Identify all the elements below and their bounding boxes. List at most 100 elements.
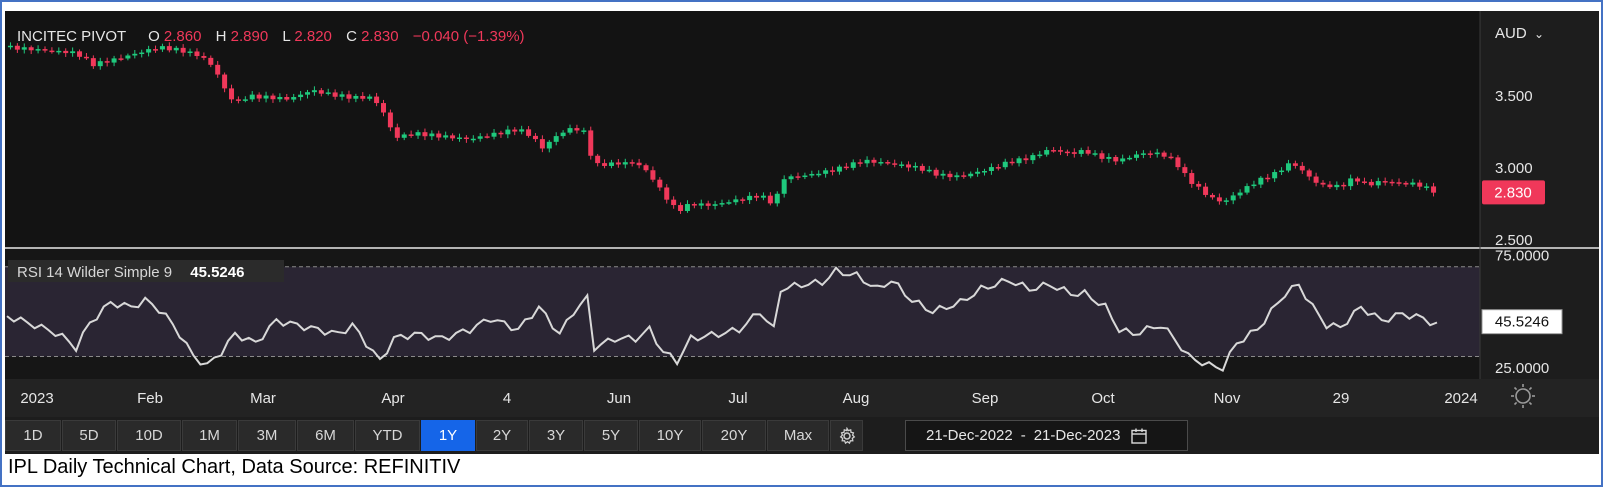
candle-body	[42, 49, 48, 51]
range-toolbar: 1D 5D 10D 1M 3M 6M YTD 1Y 2Y 3Y 5Y 10Y 20Y Max 21-Dec…	[5, 418, 1599, 454]
candle-body	[1023, 158, 1029, 161]
candle-body	[1230, 195, 1236, 201]
range-button-3m[interactable]: 3M	[238, 420, 296, 451]
range-button-10y[interactable]: 10Y	[639, 420, 701, 451]
candle-body	[1410, 182, 1416, 185]
candle-body	[560, 132, 566, 137]
legend-close: 2.830	[361, 28, 399, 45]
date-from[interactable]: 21-Dec-2022	[926, 427, 1013, 444]
x-tick-label: Apr	[381, 390, 404, 407]
candle-body	[836, 166, 842, 172]
candle-body	[546, 141, 552, 149]
x-tick-label: 4	[503, 390, 511, 407]
candle-body	[1334, 184, 1340, 188]
candle-body	[201, 56, 207, 58]
calendar-icon[interactable]	[1130, 427, 1148, 445]
range-button-20y[interactable]: 20Y	[702, 420, 766, 451]
candle-body	[995, 167, 1001, 169]
candle-body	[63, 50, 69, 54]
candle-body	[567, 128, 573, 133]
candle-body	[401, 134, 407, 138]
candle-body	[291, 97, 297, 100]
range-button-6m[interactable]: 6M	[297, 420, 354, 451]
chevron-down-icon[interactable]: ⌄	[1534, 27, 1544, 41]
candle-body	[857, 162, 863, 164]
date-to[interactable]: 21-Dec-2023	[1034, 427, 1121, 444]
candle-body	[35, 49, 41, 51]
legend-low-label: L	[282, 28, 290, 45]
candle-body	[864, 159, 870, 164]
candle-body	[982, 171, 988, 173]
range-button-1d[interactable]: 1D	[5, 420, 61, 451]
candle-body	[975, 171, 981, 174]
candle-body	[588, 130, 594, 156]
range-button-1m[interactable]: 1M	[182, 420, 237, 451]
rsi-legend: RSI 14 Wilder Simple 9 45.5246	[17, 264, 244, 281]
candle-body	[712, 204, 718, 206]
legend-high-label: H	[216, 28, 227, 45]
candle-body	[919, 165, 925, 171]
candle-body	[415, 132, 421, 136]
range-button-5d[interactable]: 5D	[62, 420, 116, 451]
candle-body	[1175, 157, 1181, 168]
candle-body	[56, 50, 62, 53]
range-button-max[interactable]: Max	[767, 420, 829, 451]
candle-body	[1051, 150, 1057, 152]
candle-body	[1037, 154, 1043, 157]
candle-body	[132, 53, 138, 56]
candle-body	[498, 132, 504, 135]
date-range-picker[interactable]: 21-Dec-2022 - 21-Dec-2023	[905, 420, 1188, 451]
candle-body	[615, 162, 621, 165]
range-button-3y[interactable]: 3Y	[529, 420, 583, 451]
currency-selector[interactable]: AUD	[1495, 25, 1527, 42]
gear-icon[interactable]	[830, 420, 863, 451]
candle-body	[781, 179, 787, 194]
candle-body	[512, 129, 518, 132]
rsi-tick-label: 75.0000	[1495, 247, 1549, 264]
candle-body	[754, 195, 760, 198]
candle-body	[705, 203, 711, 206]
candle-body	[118, 58, 124, 60]
price-axis: 3.500 3.000 2.500	[1495, 88, 1533, 249]
gear-glyph	[839, 426, 855, 444]
x-tick-label: Aug	[843, 390, 870, 407]
candle-body	[912, 165, 918, 168]
candle-body	[1147, 153, 1153, 155]
range-button-10d[interactable]: 10D	[117, 420, 181, 451]
rsi-label: RSI 14 Wilder Simple 9	[17, 264, 172, 281]
candle-body	[574, 128, 580, 131]
candle-body	[657, 179, 663, 188]
rsi-value: 45.5246	[190, 264, 244, 281]
x-tick-label: Jul	[728, 390, 747, 407]
range-button-ytd[interactable]: YTD	[355, 420, 420, 451]
candle-body	[1044, 150, 1050, 155]
candle-body	[553, 136, 559, 142]
candle-body	[173, 47, 179, 51]
candle-body	[339, 94, 345, 97]
range-button-1y[interactable]: 1Y	[421, 420, 475, 451]
candle-body	[1396, 182, 1402, 184]
candle-body	[222, 74, 228, 89]
range-button-2y[interactable]: 2Y	[476, 420, 528, 451]
candle-body	[194, 51, 200, 57]
range-button-5y[interactable]: 5Y	[584, 420, 638, 451]
candle-body	[477, 136, 483, 139]
candle-body	[270, 95, 276, 100]
candle-body	[408, 134, 414, 136]
candle-body	[926, 169, 932, 172]
candle-body	[581, 130, 587, 132]
candle-body	[1355, 178, 1361, 182]
x-tick-label: Oct	[1091, 390, 1115, 407]
candle-body	[1424, 186, 1430, 188]
candle-body	[277, 96, 283, 100]
price-tick-label: 3.000	[1495, 160, 1533, 177]
candle-body	[1223, 200, 1229, 202]
candle-body	[346, 94, 352, 99]
candle-body	[505, 129, 511, 135]
candle-body	[1251, 184, 1257, 187]
candle-body	[802, 175, 808, 178]
x-axis-strip	[5, 379, 1599, 417]
candle-body	[1161, 152, 1167, 157]
candle-body	[77, 51, 83, 57]
candle	[588, 126, 594, 160]
